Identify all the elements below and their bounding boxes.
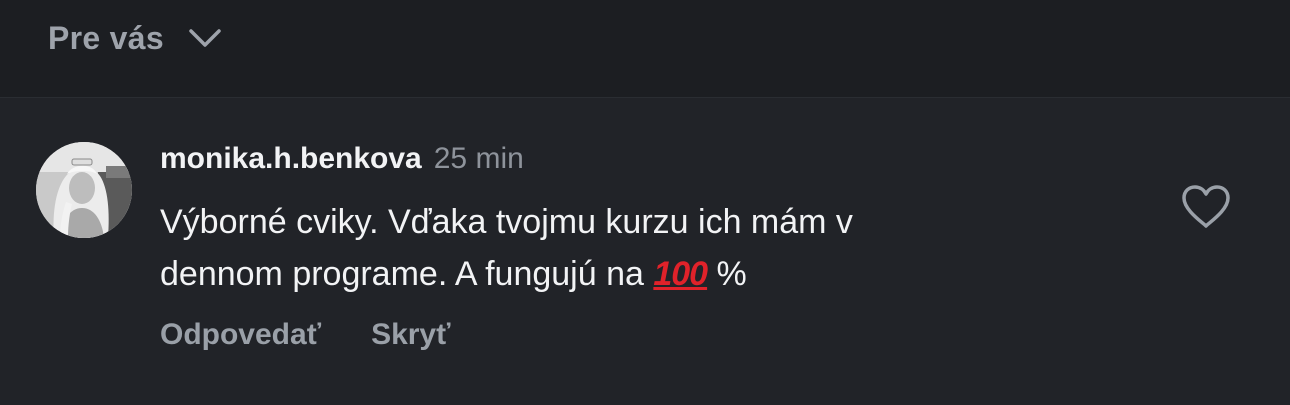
comment-item: monika.h.benkova 25 min Výborné cviky. V… — [0, 98, 1290, 405]
comment-username[interactable]: monika.h.benkova — [160, 142, 422, 176]
comments-screen: Pre vás monika.h.benkova 25 min Výborné … — [0, 0, 1290, 405]
reply-button[interactable]: Odpovedať — [160, 318, 321, 352]
comment-text-line-2-end: % — [716, 255, 747, 293]
heart-outline-icon — [1182, 185, 1230, 228]
comment-text-line-2-start: dennom programe. A fungujú na — [160, 255, 644, 293]
comment-text-line-1: Výborné cviky. Vďaka tvojmu kurzu ich má… — [160, 203, 853, 241]
comments-sort-bar: Pre vás — [0, 0, 1290, 97]
sort-dropdown-button[interactable]: Pre vás — [48, 16, 222, 60]
comment-text: Výborné cviky. Vďaka tvojmu kurzu ich má… — [160, 196, 1100, 300]
like-button[interactable] — [1180, 184, 1232, 230]
chevron-down-icon — [188, 27, 222, 49]
comment-header: monika.h.benkova 25 min — [160, 142, 524, 182]
comment-actions: Odpovedať Skryť — [160, 318, 451, 352]
comment-text-line-2: dennom programe. A fungujú na 100 % — [160, 248, 1100, 300]
comment-timestamp: 25 min — [433, 142, 524, 175]
sort-label: Pre vás — [48, 19, 164, 56]
avatar[interactable] — [36, 142, 132, 238]
hide-button[interactable]: Skryť — [371, 318, 450, 352]
hundred-points-emoji: 100 — [653, 255, 708, 293]
